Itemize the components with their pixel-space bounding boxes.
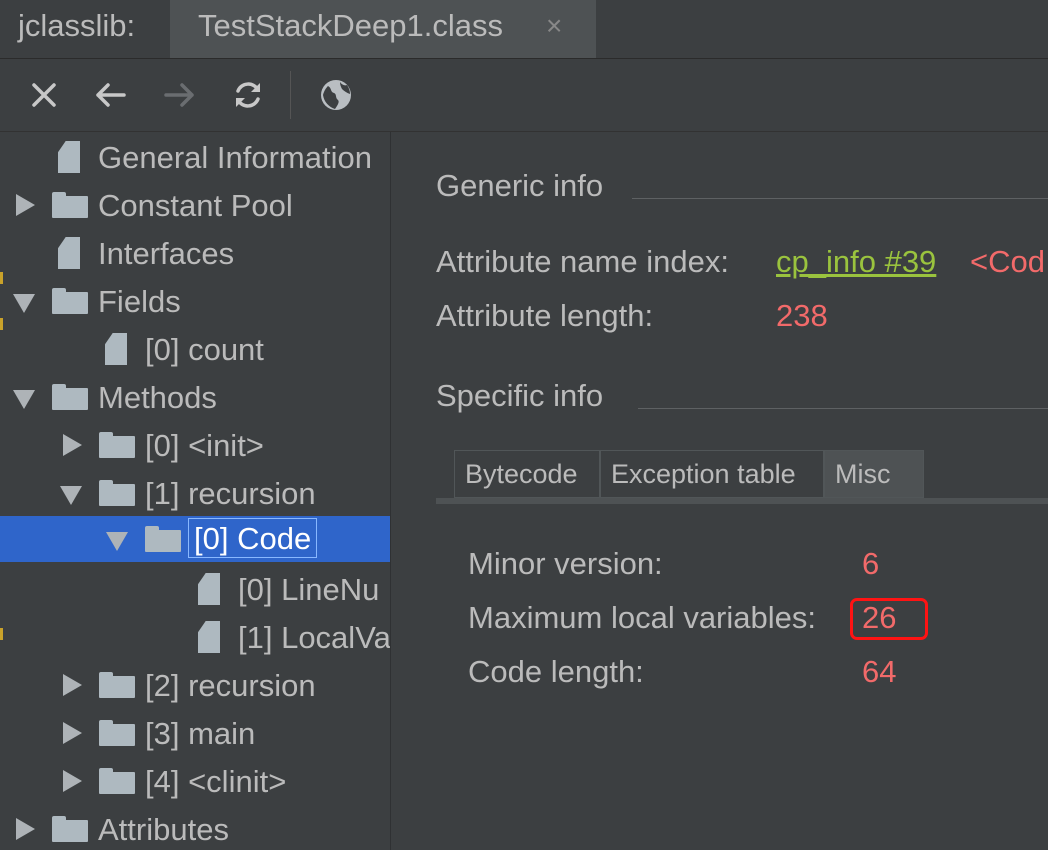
gutter-marker (0, 318, 3, 330)
generic-info-title: Generic info (436, 168, 604, 203)
code-length-value: 64 (862, 654, 897, 689)
tree-item-label: General Information (98, 140, 372, 175)
tree-item-attributes[interactable]: Attributes (0, 806, 390, 850)
tree-item-method-clinit[interactable]: [4] <clinit> (0, 758, 390, 804)
folder-icon (52, 192, 88, 218)
forward-button[interactable] (156, 71, 204, 119)
gutter-marker (0, 628, 3, 640)
class-structure-tree[interactable]: General Information Constant Pool Interf… (0, 132, 390, 850)
collapse-arrow-icon[interactable] (13, 294, 35, 313)
annotation-highlight-box (850, 598, 928, 640)
tool-window-label: jclasslib: (18, 8, 136, 43)
tab-teststackdeep1[interactable]: TestStackDeep1.class × (170, 0, 596, 58)
tab-misc[interactable]: Misc (824, 450, 924, 498)
expand-arrow-icon[interactable] (16, 818, 35, 840)
tree-item-constant-pool[interactable]: Constant Pool (0, 182, 390, 228)
tree-item-label: Interfaces (98, 236, 235, 271)
folder-icon (99, 768, 135, 794)
tree-item-label: [0] <init> (145, 428, 264, 463)
tree-item-label: [2] recursion (145, 668, 316, 703)
minor-version-value: 6 (862, 546, 880, 581)
tree-item-label: [0] count (145, 332, 264, 367)
editor-tab-bar: jclasslib: TestStackDeep1.class × (0, 0, 1048, 59)
tree-item-code-selected[interactable]: [0] Code (0, 516, 390, 562)
browse-button[interactable] (312, 71, 360, 119)
tree-item-label: Fields (98, 284, 181, 319)
folder-icon (52, 816, 88, 842)
globe-icon (321, 80, 351, 110)
folder-icon (99, 432, 135, 458)
tree-item-label: [1] LocalVa (238, 620, 390, 655)
attribute-name-index-label: Attribute name index: (436, 244, 729, 279)
tree-item-method-init[interactable]: [0] <init> (0, 422, 390, 468)
collapse-arrow-icon[interactable] (106, 532, 128, 551)
folder-icon (99, 672, 135, 698)
file-icon (198, 573, 220, 605)
tree-item-label: Methods (98, 380, 217, 415)
tree-item-method-recursion-2[interactable]: [2] recursion (0, 662, 390, 708)
tree-item-label: Attributes (98, 812, 229, 847)
tree-item-fields[interactable]: Fields (0, 278, 390, 324)
minor-version-label: Minor version: (468, 546, 663, 581)
refresh-button[interactable] (224, 71, 272, 119)
tab-bytecode[interactable]: Bytecode (454, 450, 600, 498)
expand-arrow-icon[interactable] (63, 434, 82, 456)
file-icon (105, 333, 127, 365)
tree-item-label: [4] <clinit> (145, 764, 287, 799)
folder-icon (99, 720, 135, 746)
tab-exception-table[interactable]: Exception table (600, 450, 824, 498)
tab-close-icon[interactable]: × (546, 10, 562, 42)
attribute-length-label: Attribute length: (436, 298, 654, 333)
tree-item-field-count[interactable]: [0] count (0, 326, 390, 372)
tree-item-methods[interactable]: Methods (0, 374, 390, 420)
tree-item-label: [1] recursion (145, 476, 316, 511)
collapse-arrow-icon[interactable] (13, 390, 35, 409)
tree-item-label: [3] main (145, 716, 256, 751)
folder-icon (145, 526, 181, 552)
tree-item-method-main[interactable]: [3] main (0, 710, 390, 756)
forward-arrow-icon (164, 83, 194, 107)
toolbar (0, 59, 1048, 132)
expand-arrow-icon[interactable] (63, 770, 82, 792)
tree-item-label: [0] Code (188, 518, 318, 558)
tab-content-border (436, 498, 1048, 504)
cp-info-link[interactable]: cp_info #39 (776, 244, 936, 280)
collapse-arrow-icon[interactable] (60, 486, 82, 505)
section-divider (632, 198, 1048, 199)
file-icon (58, 141, 80, 173)
tree-item-local-variable-table[interactable]: [1] LocalVa (0, 614, 390, 660)
close-button[interactable] (20, 71, 68, 119)
back-arrow-icon (96, 83, 126, 107)
expand-arrow-icon[interactable] (63, 674, 82, 696)
folder-icon (52, 288, 88, 314)
tree-item-label: [0] LineNu (238, 572, 380, 607)
code-length-label: Code length: (468, 654, 644, 689)
tree-item-general-information[interactable]: General Information (0, 134, 390, 180)
attribute-length-value: 238 (776, 298, 828, 333)
section-divider (638, 408, 1048, 409)
expand-arrow-icon[interactable] (16, 194, 35, 216)
folder-icon (52, 384, 88, 410)
specific-info-title: Specific info (436, 378, 604, 413)
tab-title[interactable]: TestStackDeep1.class (198, 8, 503, 44)
file-icon (198, 621, 220, 653)
attribute-detail-panel: Generic info Attribute name index: cp_in… (396, 132, 1048, 850)
folder-icon (99, 480, 135, 506)
refresh-icon (236, 82, 260, 108)
max-local-variables-label: Maximum local variables: (468, 600, 816, 635)
tree-item-line-number-table[interactable]: [0] LineNu (0, 566, 390, 612)
tree-item-interfaces[interactable]: Interfaces (0, 230, 390, 276)
back-button[interactable] (86, 71, 134, 119)
specific-info-tabs: Bytecode Exception table Misc (436, 450, 1048, 502)
tree-item-label: Constant Pool (98, 188, 293, 223)
file-icon (58, 237, 80, 269)
expand-arrow-icon[interactable] (63, 722, 82, 744)
toolbar-separator (290, 71, 291, 119)
tree-item-method-recursion-1[interactable]: [1] recursion (0, 470, 390, 516)
attribute-name-value: <Cod (970, 244, 1045, 279)
close-icon (32, 83, 56, 107)
gutter-marker (0, 272, 3, 284)
